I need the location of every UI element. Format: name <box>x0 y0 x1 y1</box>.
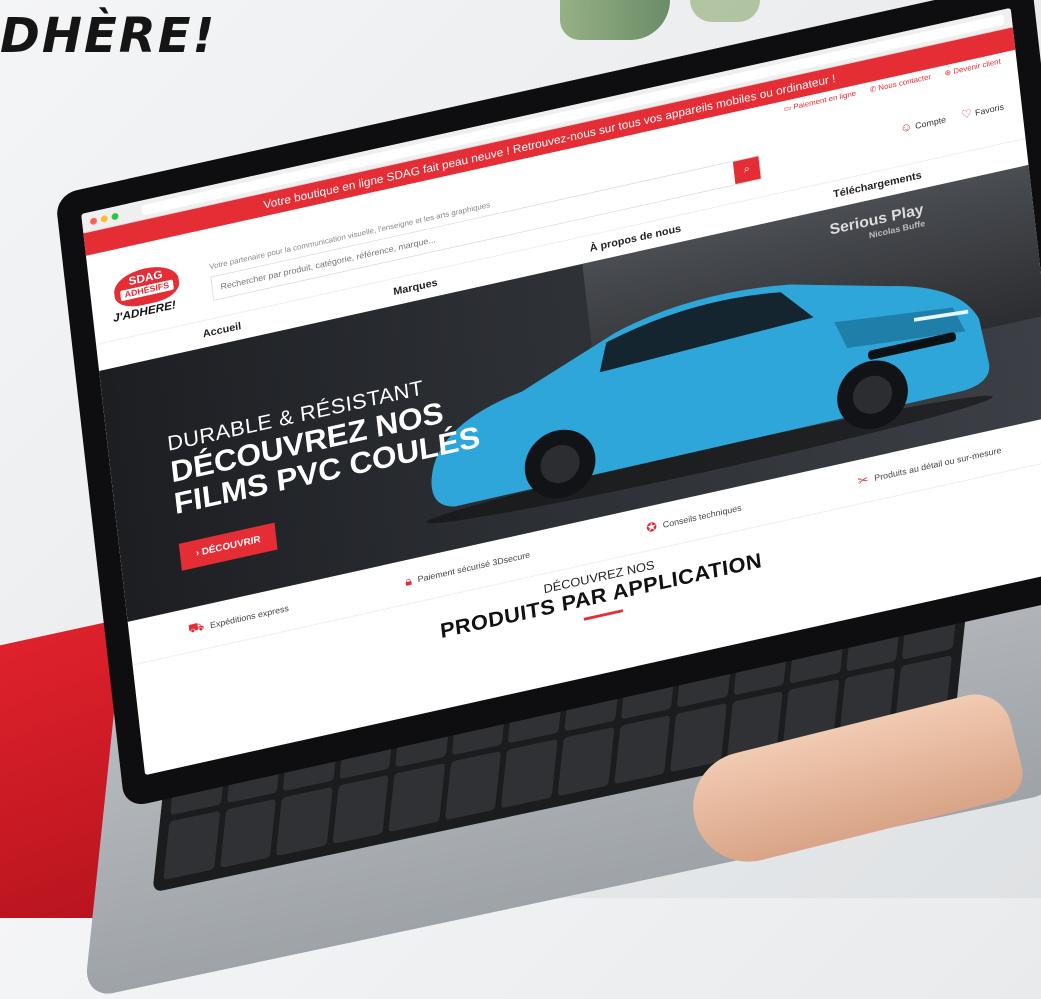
nav-item-marques[interactable]: Marques <box>393 277 438 298</box>
minimize-dot-icon[interactable] <box>100 214 108 223</box>
hero-text: DURABLE & RÉSISTANT DÉCOUVREZ NOS FILMS … <box>166 365 487 571</box>
nav-item-accueil[interactable]: Accueil <box>202 321 241 341</box>
background-slogan: DHÈRE! <box>0 8 217 64</box>
truck-icon: ⛟ <box>187 618 205 636</box>
keyboard-key-blank[interactable] <box>388 762 446 833</box>
ribbon-icon: ✪ <box>645 518 658 536</box>
keyboard-key-blank[interactable] <box>501 738 558 809</box>
plant-leaves <box>560 0 670 40</box>
feature-express: ⛟ Expéditions express <box>187 600 289 639</box>
feature-tech-advice: ✪ Conseils techniques <box>645 503 743 536</box>
discover-button[interactable]: › DÉCOUVRIR <box>178 522 278 571</box>
account-link[interactable]: ☺ Compte <box>899 112 946 135</box>
keyboard-key-blank[interactable] <box>275 786 333 857</box>
section-underline <box>583 609 624 621</box>
keyboard-key-blank[interactable] <box>332 774 389 845</box>
search-button[interactable]: ⌕ <box>732 155 761 184</box>
tools-icon: ✂ <box>856 472 870 489</box>
heart-icon: ♡ <box>960 106 973 122</box>
keyboard-key-blank[interactable] <box>557 727 615 797</box>
favorites-link[interactable]: ♡ Favoris <box>960 99 1005 122</box>
lock-icon: 🔒︎ <box>404 573 413 589</box>
search-icon: ⌕ <box>743 163 751 176</box>
keyboard-key-blank[interactable] <box>444 750 502 821</box>
user-icon: ☺ <box>899 119 913 136</box>
plant-leaves-small <box>690 0 760 22</box>
sdag-logo[interactable]: SDAG ADHÉSIFS J'ADHERE! <box>106 260 188 331</box>
account-links: ☺ Compte ♡ Favoris <box>899 99 1004 135</box>
keyboard-key-blank[interactable] <box>613 715 671 785</box>
close-dot-icon[interactable] <box>89 216 98 225</box>
keyboard-key-blank[interactable] <box>163 810 220 881</box>
maximize-dot-icon[interactable] <box>111 211 119 221</box>
keyboard-key-blank[interactable] <box>219 798 277 869</box>
